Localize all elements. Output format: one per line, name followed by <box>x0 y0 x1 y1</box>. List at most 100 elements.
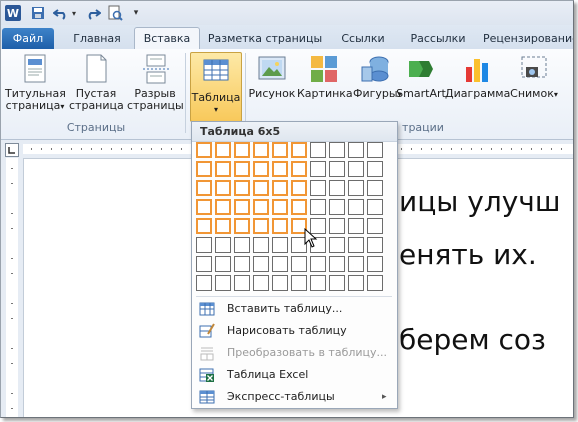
grid-cell[interactable] <box>215 180 231 196</box>
grid-cell[interactable] <box>310 275 326 291</box>
grid-cell[interactable] <box>215 256 231 272</box>
picture-button[interactable]: Рисунок <box>248 53 296 100</box>
chart-button[interactable]: Диаграмма <box>445 53 510 100</box>
grid-cell[interactable] <box>253 199 269 215</box>
redo-icon[interactable] <box>85 5 101 21</box>
grid-cell[interactable] <box>253 237 269 253</box>
vertical-ruler[interactable] <box>1 158 24 417</box>
grid-cell[interactable] <box>348 199 364 215</box>
grid-cell[interactable] <box>253 142 269 158</box>
quick-tables-item[interactable]: Экспресс-таблицы ▸ <box>192 386 397 408</box>
grid-cell[interactable] <box>310 256 326 272</box>
grid-cell[interactable] <box>291 180 307 196</box>
grid-cell[interactable] <box>291 142 307 158</box>
grid-cell[interactable] <box>234 218 250 234</box>
grid-cell[interactable] <box>253 180 269 196</box>
grid-cell[interactable] <box>348 256 364 272</box>
draw-table-item[interactable]: Нарисовать таблицу <box>192 320 397 342</box>
grid-cell[interactable] <box>310 161 326 177</box>
grid-cell[interactable] <box>310 180 326 196</box>
grid-cell[interactable] <box>272 199 288 215</box>
grid-cell[interactable] <box>329 256 345 272</box>
convert-to-table-item[interactable]: Преобразовать в таблицу... <box>192 342 397 364</box>
grid-cell[interactable] <box>348 237 364 253</box>
grid-cell[interactable] <box>272 237 288 253</box>
grid-cell[interactable] <box>348 142 364 158</box>
word-app-icon[interactable]: W <box>5 5 21 21</box>
shapes-button[interactable]: Фигуры▾ <box>353 53 402 101</box>
grid-cell[interactable] <box>215 237 231 253</box>
grid-cell[interactable] <box>234 142 250 158</box>
grid-cell[interactable] <box>348 218 364 234</box>
grid-cell[interactable] <box>367 218 383 234</box>
grid-cell[interactable] <box>196 218 212 234</box>
tab-home[interactable]: Главная <box>63 29 131 49</box>
grid-cell[interactable] <box>215 218 231 234</box>
smartart-button[interactable]: SmartArt <box>396 53 446 100</box>
grid-cell[interactable] <box>272 142 288 158</box>
undo-dropdown-icon[interactable]: ▾ <box>70 5 78 21</box>
grid-cell[interactable] <box>234 256 250 272</box>
grid-cell[interactable] <box>196 180 212 196</box>
grid-cell[interactable] <box>196 275 212 291</box>
grid-cell[interactable] <box>329 142 345 158</box>
tab-file[interactable]: Файл <box>2 28 54 49</box>
grid-cell[interactable] <box>367 142 383 158</box>
grid-cell[interactable] <box>272 256 288 272</box>
grid-cell[interactable] <box>291 161 307 177</box>
blank-page-button[interactable]: Пустая страница <box>69 53 124 112</box>
grid-cell[interactable] <box>234 275 250 291</box>
save-icon[interactable] <box>31 5 45 21</box>
grid-cell[interactable] <box>329 161 345 177</box>
grid-cell[interactable] <box>253 275 269 291</box>
grid-cell[interactable] <box>272 218 288 234</box>
grid-cell[interactable] <box>253 218 269 234</box>
undo-icon[interactable] <box>53 5 69 21</box>
grid-cell[interactable] <box>329 180 345 196</box>
grid-cell[interactable] <box>196 199 212 215</box>
grid-cell[interactable] <box>196 161 212 177</box>
grid-cell[interactable] <box>234 180 250 196</box>
qat-customize-icon[interactable]: ▾ <box>131 5 141 21</box>
excel-table-item[interactable]: Таблица Excel <box>192 364 397 386</box>
grid-cell[interactable] <box>234 199 250 215</box>
tab-mailings[interactable]: Рассылки <box>403 29 473 49</box>
grid-cell[interactable] <box>291 256 307 272</box>
grid-cell[interactable] <box>348 180 364 196</box>
document-line-2[interactable]: енять их. <box>399 238 537 271</box>
grid-cell[interactable] <box>272 180 288 196</box>
tab-stop-selector[interactable] <box>5 143 19 157</box>
grid-cell[interactable] <box>215 161 231 177</box>
grid-cell[interactable] <box>215 199 231 215</box>
grid-cell[interactable] <box>196 256 212 272</box>
tab-insert[interactable]: Вставка <box>134 27 200 50</box>
grid-cell[interactable] <box>367 180 383 196</box>
grid-cell[interactable] <box>291 199 307 215</box>
grid-cell[interactable] <box>215 142 231 158</box>
grid-cell[interactable] <box>367 237 383 253</box>
grid-cell[interactable] <box>234 161 250 177</box>
cover-page-button[interactable]: Титульная страница▾ <box>5 53 66 113</box>
grid-cell[interactable] <box>215 275 231 291</box>
grid-cell[interactable] <box>310 142 326 158</box>
grid-cell[interactable] <box>253 256 269 272</box>
grid-cell[interactable] <box>329 275 345 291</box>
tab-references[interactable]: Ссылки <box>333 29 393 49</box>
grid-cell[interactable] <box>196 237 212 253</box>
clipart-button[interactable]: Картинка <box>297 53 353 100</box>
tab-review[interactable]: Рецензирование <box>483 29 573 49</box>
table-button[interactable]: Таблица ▾ <box>190 52 242 122</box>
grid-cell[interactable] <box>329 199 345 215</box>
insert-table-item[interactable]: Вставить таблицу... <box>192 298 397 320</box>
grid-cell[interactable] <box>348 275 364 291</box>
grid-cell[interactable] <box>348 161 364 177</box>
grid-cell[interactable] <box>367 199 383 215</box>
screenshot-button[interactable]: Снимок▾ <box>509 53 559 101</box>
grid-cell[interactable] <box>196 142 212 158</box>
grid-cell[interactable] <box>234 237 250 253</box>
grid-cell[interactable] <box>291 275 307 291</box>
grid-cell[interactable] <box>253 161 269 177</box>
grid-cell[interactable] <box>310 199 326 215</box>
grid-cell[interactable] <box>367 161 383 177</box>
grid-cell[interactable] <box>367 275 383 291</box>
